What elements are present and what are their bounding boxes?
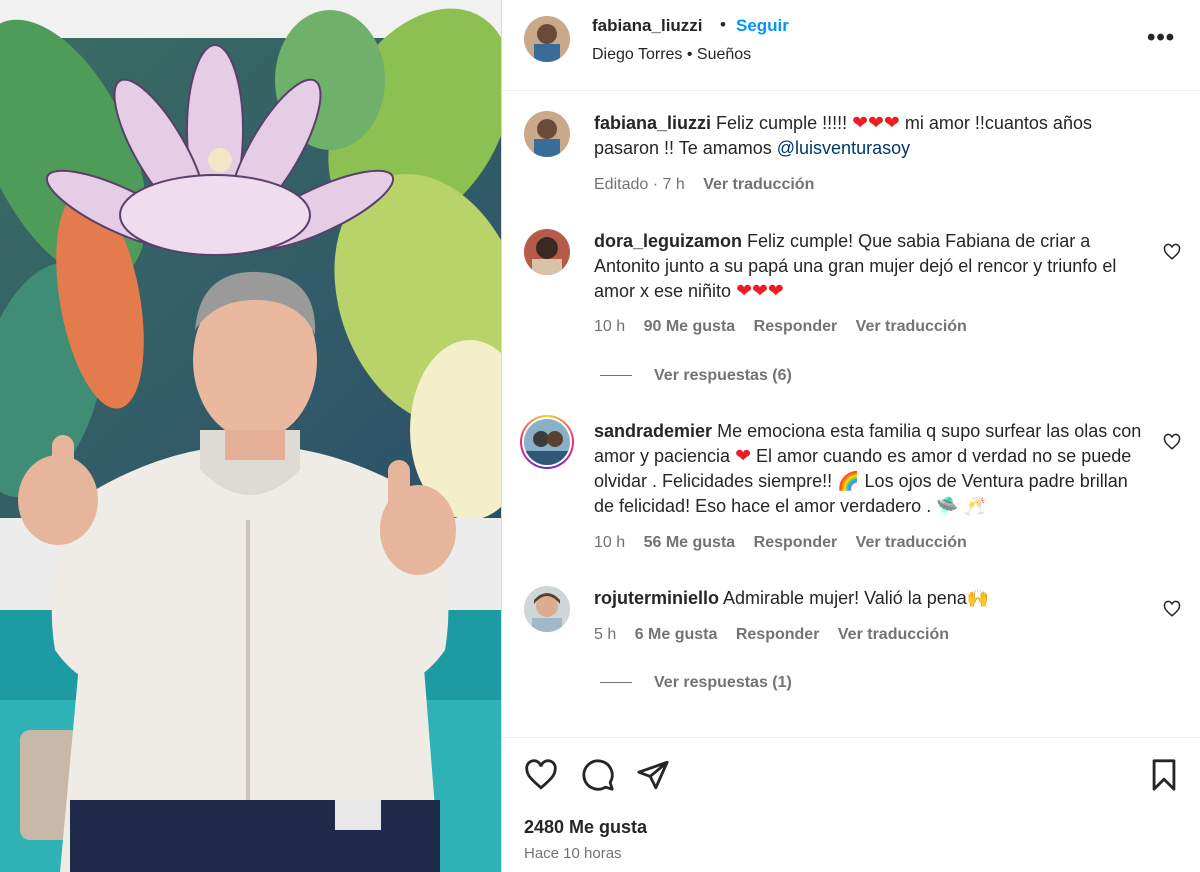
view-replies-button[interactable]: Ver respuestas (1) — [600, 674, 792, 692]
post-photo[interactable] — [0, 0, 501, 872]
comment-username[interactable]: rojuterminiello — [594, 588, 719, 608]
comment-text: dora_leguizamon Feliz cumple! Que sabia … — [594, 229, 1149, 304]
comment-body: Admirable mujer! Valió la pena — [723, 588, 967, 608]
replies-line — [600, 682, 632, 684]
comment-rainbow: 🌈 — [837, 471, 860, 491]
caption-hearts: ❤❤❤ — [852, 113, 900, 134]
music-label[interactable]: Diego Torres • Sueños — [592, 46, 751, 64]
comment-likes[interactable]: 6 Me gusta — [635, 626, 718, 643]
comment-text: rojuterminiello Admirable mujer! Valió l… — [594, 586, 1149, 611]
reply-button[interactable]: Responder — [754, 318, 838, 335]
reply-button[interactable]: Responder — [736, 626, 820, 643]
bookmark-icon[interactable] — [1147, 758, 1181, 792]
likes-count[interactable]: 2480 Me gusta — [524, 817, 647, 838]
comment-emoji-end: 🛸 🥂 — [936, 496, 987, 516]
comment-time: 10 h — [594, 318, 626, 335]
replies-line — [600, 375, 632, 377]
comment-like-icon[interactable] — [1163, 243, 1181, 261]
translate-link[interactable]: Ver traducción — [856, 534, 967, 551]
commenter-avatar-image — [524, 229, 570, 275]
separator-dot: • — [720, 15, 726, 34]
caption-username[interactable]: fabiana_liuzzi — [594, 113, 711, 133]
comment-text: sandrademier Me emociona esta familia q … — [594, 419, 1149, 519]
author-avatar-image — [524, 16, 570, 62]
translate-link[interactable]: Ver traducción — [838, 626, 949, 643]
caption-avatar[interactable] — [524, 111, 570, 157]
comment-emoji: 🙌 — [966, 588, 990, 608]
comments-list[interactable]: fabiana_liuzzi Feliz cumple !!!!! ❤❤❤ mi… — [502, 92, 1200, 737]
comment-meta: 10 h 90 Me gusta Responder Ver traducció… — [594, 318, 981, 336]
commenter-avatar-image — [524, 419, 570, 465]
caption-edited-time: Editado · 7 h — [594, 176, 685, 193]
view-replies-label: Ver respuestas (1) — [654, 674, 792, 691]
paper-plane-icon[interactable] — [636, 758, 670, 792]
post-actions: 2480 Me gusta Hace 10 horas — [502, 737, 1200, 872]
comment-meta: 5 h 6 Me gusta Responder Ver traducción — [594, 626, 963, 644]
post-time: Hace 10 horas — [524, 845, 622, 862]
comment-like-icon[interactable] — [1163, 600, 1181, 618]
comment-time: 10 h — [594, 534, 626, 551]
caption-translate-link[interactable]: Ver traducción — [703, 176, 814, 193]
post-header: fabiana_liuzzi • Seguir Diego Torres • S… — [502, 0, 1200, 91]
reply-button[interactable]: Responder — [754, 534, 838, 551]
heart-outline-icon[interactable] — [524, 758, 558, 792]
comment-username[interactable]: sandrademier — [594, 421, 712, 441]
caption-text: fabiana_liuzzi Feliz cumple !!!!! ❤❤❤ mi… — [594, 111, 1149, 161]
comment-username[interactable]: dora_leguizamon — [594, 231, 742, 251]
mention-link[interactable]: @luisventurasoy — [777, 138, 910, 158]
author-username[interactable]: fabiana_liuzzi — [592, 16, 703, 36]
post-sidebar: fabiana_liuzzi • Seguir Diego Torres • S… — [502, 0, 1200, 872]
commenter-avatar[interactable] — [524, 419, 570, 465]
comment-likes[interactable]: 56 Me gusta — [644, 534, 736, 551]
post-photo-illustration — [0, 0, 501, 872]
caption-meta: Editado · 7 h Ver traducción — [594, 176, 828, 194]
commenter-avatar-image — [524, 586, 570, 632]
comment-like-icon[interactable] — [1163, 433, 1181, 451]
comment-hearts: ❤❤❤ — [736, 281, 784, 302]
commenter-avatar[interactable] — [524, 586, 570, 632]
caption-text-part1: Feliz cumple !!!!! — [716, 113, 853, 133]
comment-likes[interactable]: 90 Me gusta — [644, 318, 736, 335]
comment-time: 5 h — [594, 626, 617, 643]
caption-avatar-image — [524, 111, 570, 157]
translate-link[interactable]: Ver traducción — [856, 318, 967, 335]
author-avatar[interactable] — [524, 16, 570, 62]
commenter-avatar[interactable] — [524, 229, 570, 275]
follow-button[interactable]: Seguir — [736, 16, 789, 36]
view-replies-label: Ver respuestas (6) — [654, 367, 792, 384]
comment-heart: ❤ — [735, 446, 751, 467]
comment-bubble-icon[interactable] — [581, 758, 615, 792]
view-replies-button[interactable]: Ver respuestas (6) — [600, 367, 792, 385]
more-options-icon[interactable]: ••• — [1147, 24, 1175, 52]
comment-meta: 10 h 56 Me gusta Responder Ver traducció… — [594, 534, 981, 552]
